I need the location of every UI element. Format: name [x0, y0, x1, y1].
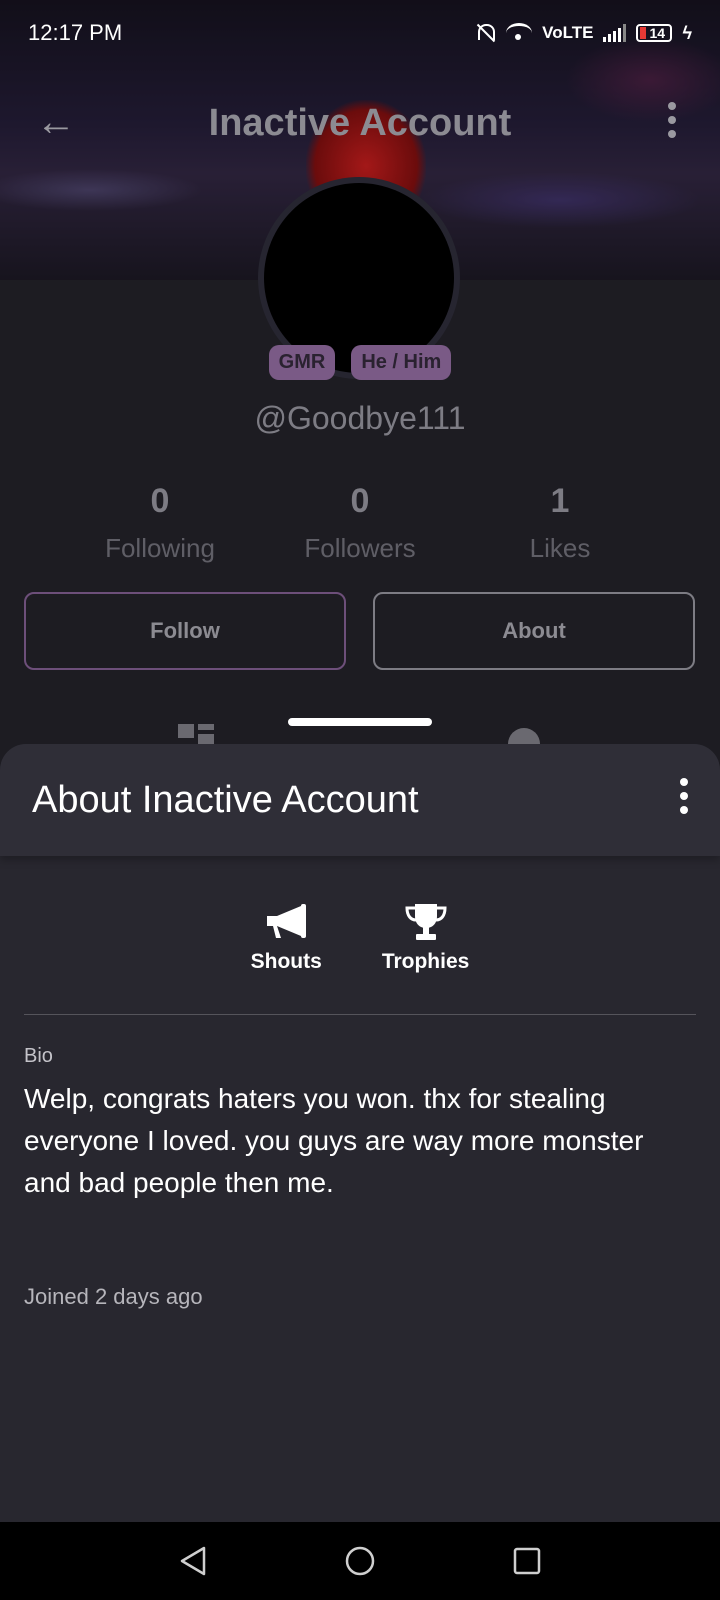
- system-nav-bar: [0, 1522, 720, 1600]
- status-time: 12:17 PM: [28, 20, 123, 45]
- battery-icon: 14: [636, 24, 673, 42]
- nav-home-icon[interactable]: [344, 1545, 376, 1577]
- grid-tab-icon: [178, 724, 214, 744]
- profile-title: Inactive Account: [208, 101, 512, 144]
- about-sheet: About Inactive Account Shouts Trophies B…: [0, 744, 720, 1524]
- profile-badges: GMR He / Him: [0, 345, 720, 380]
- divider: [24, 1014, 696, 1015]
- charging-icon: ϟ: [682, 22, 692, 43]
- bio-label: Bio: [24, 1045, 53, 1067]
- likes-tab-icon: [508, 728, 540, 744]
- stat-likes[interactable]: 1 Likes: [460, 482, 660, 564]
- joined-date: Joined 2 days ago: [24, 1284, 203, 1309]
- stat-label: Followers: [304, 533, 416, 563]
- profile-app-bar: ← Inactive Account: [0, 80, 720, 166]
- tab-label: Shouts: [250, 950, 322, 973]
- stat-value: 1: [550, 482, 570, 520]
- tab-label: Trophies: [381, 950, 470, 973]
- trophy-icon: [405, 904, 447, 940]
- stat-label: Following: [105, 533, 215, 563]
- sheet-drag-handle[interactable]: [288, 718, 432, 726]
- back-arrow-icon[interactable]: ←: [36, 100, 76, 145]
- nav-back-icon[interactable]: [178, 1545, 208, 1577]
- about-button[interactable]: About: [373, 592, 695, 670]
- status-icons: VoLTE 14 ϟ: [474, 22, 692, 44]
- profile-handle: @Goodbye111: [254, 400, 466, 436]
- stat-followers[interactable]: 0 Followers: [260, 482, 460, 564]
- bio-text: Welp, congrats haters you won. thx for s…: [24, 1083, 644, 1198]
- profile-stats: 0 Following 0 Followers 1 Likes: [60, 482, 660, 564]
- more-options-icon[interactable]: [668, 102, 676, 144]
- follow-button[interactable]: Follow: [24, 592, 346, 670]
- badge-gmr: GMR: [268, 345, 336, 380]
- notifications-muted-icon: [474, 22, 496, 44]
- battery-level: 14: [649, 25, 666, 41]
- sheet-title: About Inactive Account: [32, 778, 419, 821]
- badge-pronouns: He / Him: [351, 345, 452, 380]
- sheet-more-options-icon[interactable]: [680, 778, 688, 820]
- megaphone-icon: [267, 904, 307, 938]
- signal-icon: [603, 24, 627, 42]
- stat-value: 0: [350, 482, 370, 520]
- tab-trophies[interactable]: Trophies: [381, 902, 470, 974]
- sheet-header: About Inactive Account: [0, 744, 720, 856]
- network-type: VoLTE: [542, 23, 594, 42]
- stat-following[interactable]: 0 Following: [60, 482, 260, 564]
- stat-label: Likes: [529, 533, 591, 563]
- tab-shouts[interactable]: Shouts: [251, 902, 322, 974]
- status-bar: 12:17 PM VoLTE 14 ϟ: [0, 0, 720, 66]
- about-tabs: Shouts Trophies: [0, 902, 720, 974]
- nav-recents-icon[interactable]: [512, 1546, 542, 1576]
- wifi-icon: [506, 23, 533, 43]
- stat-value: 0: [150, 482, 170, 520]
